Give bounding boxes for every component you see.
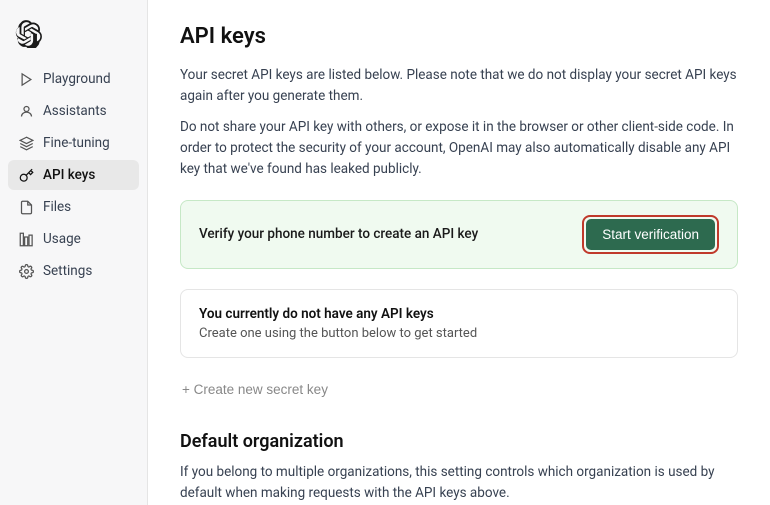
logo <box>0 12 147 64</box>
sidebar-item-assistants[interactable]: Assistants <box>8 96 139 126</box>
verify-btn-highlight: Start verification <box>582 215 719 254</box>
create-new-secret-key-button[interactable]: + Create new secret key <box>180 376 330 403</box>
assistants-icon <box>18 103 34 119</box>
sidebar: Playground Assistants Fine-tuning API ke… <box>0 0 148 505</box>
verify-banner: Verify your phone number to create an AP… <box>180 200 738 269</box>
settings-icon <box>18 263 34 279</box>
sidebar-item-files[interactable]: Files <box>8 192 139 222</box>
sidebar-item-label: API keys <box>43 167 95 183</box>
sidebar-item-fine-tuning[interactable]: Fine-tuning <box>8 128 139 158</box>
sidebar-item-label: Usage <box>43 231 81 247</box>
api-keys-card-subtitle: Create one using the button below to get… <box>199 326 719 341</box>
sidebar-item-label: Files <box>43 199 71 215</box>
api-keys-empty-card: You currently do not have any API keys C… <box>180 289 738 358</box>
api-keys-card-title: You currently do not have any API keys <box>199 306 719 322</box>
desc-text-2: Do not share your API key with others, o… <box>180 117 738 180</box>
desc-text-1: Your secret API keys are listed below. P… <box>180 65 738 107</box>
openai-logo-icon <box>14 20 42 48</box>
default-org-title: Default organization <box>180 431 738 452</box>
sidebar-item-label: Assistants <box>43 103 107 119</box>
sidebar-item-api-keys[interactable]: API keys <box>8 160 139 190</box>
sidebar-item-playground[interactable]: Playground <box>8 64 139 94</box>
sidebar-nav: Playground Assistants Fine-tuning API ke… <box>0 64 147 286</box>
files-icon <box>18 199 34 215</box>
sidebar-item-label: Playground <box>43 71 111 87</box>
page-title: API keys <box>180 24 738 49</box>
sidebar-item-settings[interactable]: Settings <box>8 256 139 286</box>
api-keys-icon <box>18 167 34 183</box>
start-verification-button[interactable]: Start verification <box>586 219 715 250</box>
sidebar-item-label: Fine-tuning <box>43 135 110 151</box>
sidebar-item-usage[interactable]: Usage <box>8 224 139 254</box>
main-content: API keys Your secret API keys are listed… <box>148 0 770 505</box>
usage-icon <box>18 231 34 247</box>
fine-tuning-icon <box>18 135 34 151</box>
verify-banner-text: Verify your phone number to create an AP… <box>199 226 478 242</box>
sidebar-item-label: Settings <box>43 263 92 279</box>
playground-icon <box>18 71 34 87</box>
default-org-desc: If you belong to multiple organizations,… <box>180 462 738 504</box>
